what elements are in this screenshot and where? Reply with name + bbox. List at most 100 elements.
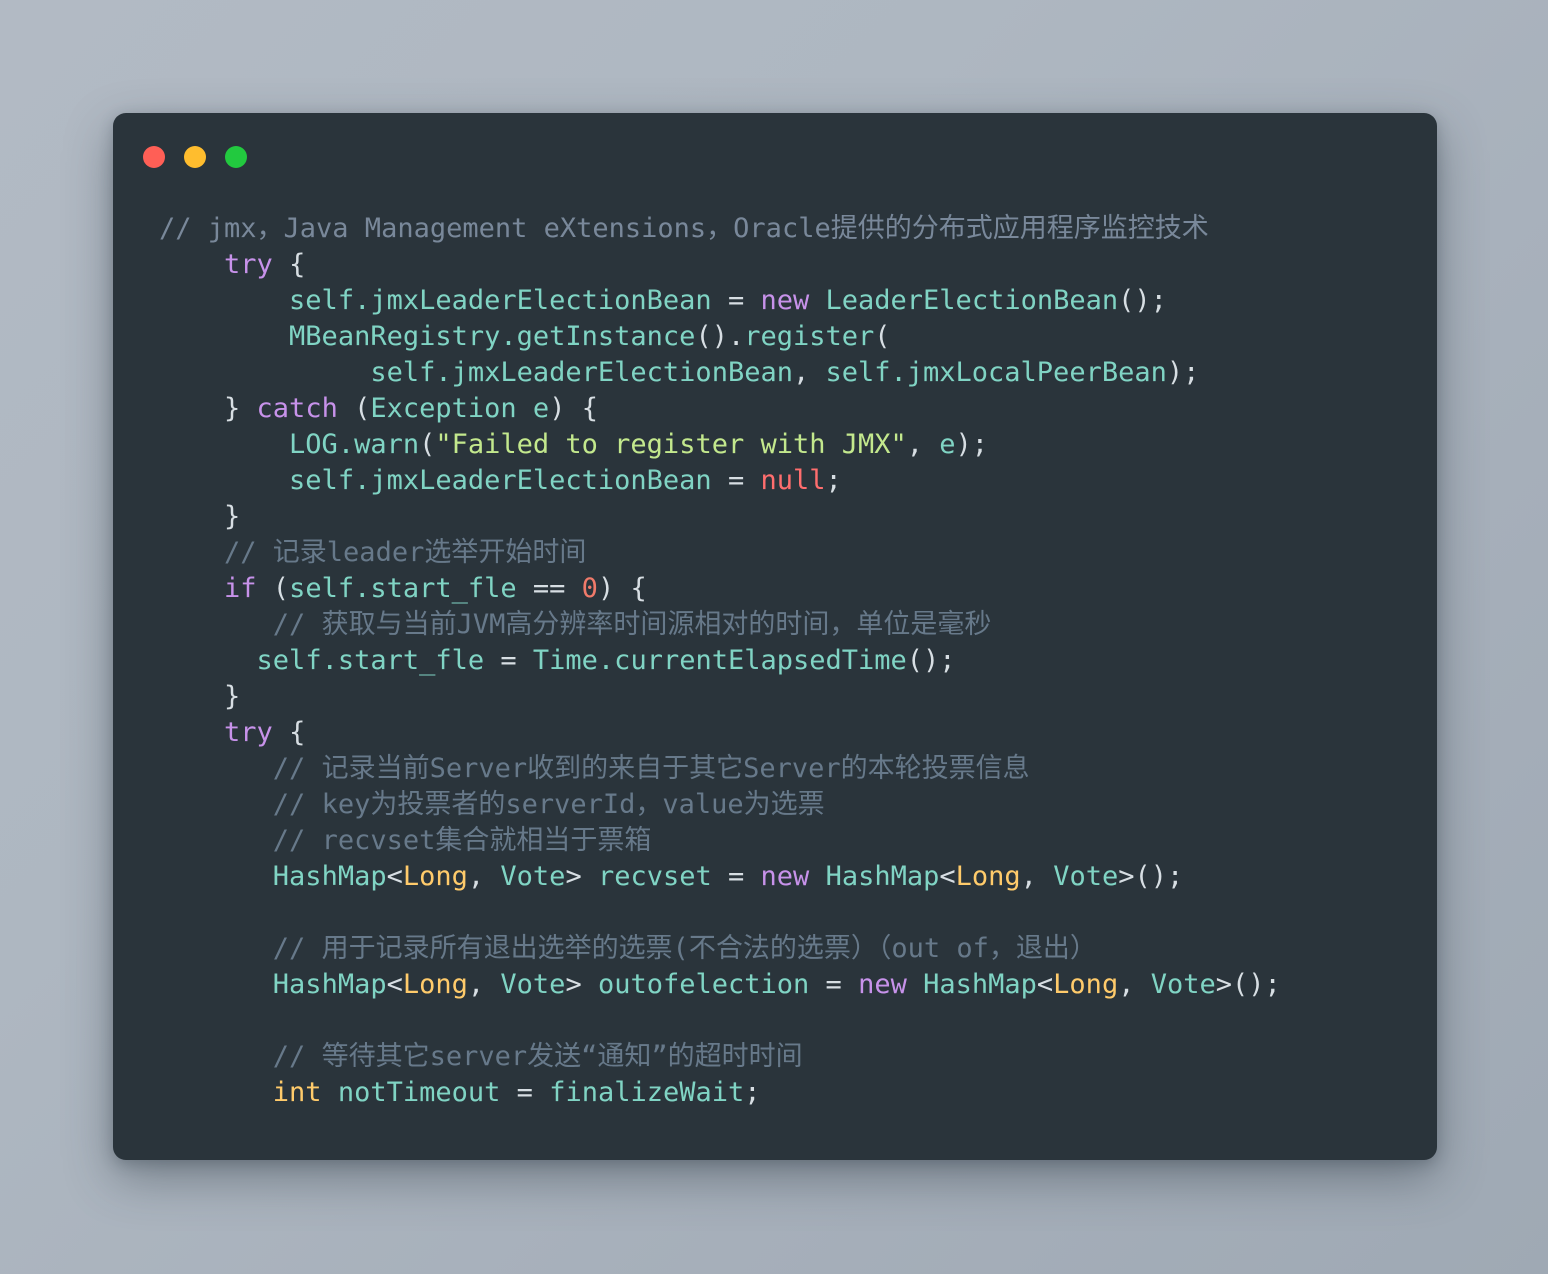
token-punc: < <box>939 861 956 892</box>
token-punc: = <box>500 1077 550 1108</box>
code-line: HashMap<Long, Vote> recvset = new HashMa… <box>159 859 1437 895</box>
window-titlebar <box>113 113 1437 201</box>
token-kw: try <box>224 717 273 748</box>
token-punc: = <box>711 861 761 892</box>
token-comment: // recvset集合就相当于票箱 <box>272 825 652 856</box>
token-id: Exception <box>370 393 517 424</box>
token-type: Long <box>955 861 1021 892</box>
token-punc: } <box>224 393 257 424</box>
token-id: HashMap <box>923 969 1037 1000</box>
code-line: if (self.start_fle == 0) { <box>159 571 1437 607</box>
code-line: HashMap<Long, Vote> outofelection = new … <box>159 967 1437 1003</box>
token-comment: // 等待其它server发送“通知”的超时时间 <box>272 1041 803 1072</box>
token-punc: < <box>1036 969 1054 1000</box>
token-punc: ; <box>744 1077 761 1108</box>
token-punc <box>809 285 825 316</box>
token-punc: ; <box>825 465 842 496</box>
minimize-button[interactable] <box>184 146 206 168</box>
code-line: // 记录leader选举开始时间 <box>159 535 1437 571</box>
code-line: try { <box>159 715 1437 751</box>
token-type: int <box>272 1077 322 1108</box>
token-id: self.jmxLocalPeerBean <box>825 357 1167 388</box>
token-type: Long <box>402 861 468 892</box>
token-id: outofelection <box>597 969 810 1000</box>
code-line: self.jmxLeaderElectionBean, self.jmxLoca… <box>159 355 1437 391</box>
token-comment: // 记录当前Server收到的来自于其它Server的本轮投票信息 <box>272 753 1030 784</box>
code-line: } catch (Exception e) { <box>159 391 1437 427</box>
code-line: } <box>159 499 1437 535</box>
token-id: self.start_fle <box>289 573 517 604</box>
code-line: LOG.warn("Failed to register with JMX", … <box>159 427 1437 463</box>
code-window: // jmx，Java Management eXtensions，Oracle… <box>113 113 1437 1160</box>
code-line: // recvset集合就相当于票箱 <box>159 823 1437 859</box>
token-id: LeaderElectionBean <box>825 285 1119 316</box>
token-id: HashMap <box>825 861 940 892</box>
token-punc: , <box>906 429 940 460</box>
code-line: self.jmxLeaderElectionBean = new LeaderE… <box>159 283 1437 319</box>
token-id: LOG.warn <box>289 429 420 460</box>
token-punc <box>809 861 825 892</box>
token-punc: ); <box>1166 357 1200 388</box>
token-punc: ) { <box>597 573 647 604</box>
token-punc: , <box>1118 969 1151 1000</box>
token-kw: catch <box>256 393 338 424</box>
token-punc <box>322 1077 338 1108</box>
token-comment-l: // jmx，Java Management eXtensions，Oracle… <box>159 213 1209 244</box>
token-punc: ( <box>419 429 436 460</box>
code-line: // 等待其它server发送“通知”的超时时间 <box>159 1039 1437 1075</box>
token-punc <box>517 393 533 424</box>
token-id: self.jmxLeaderElectionBean <box>289 465 712 496</box>
code-line: } <box>159 679 1437 715</box>
code-line: // 记录当前Server收到的来自于其它Server的本轮投票信息 <box>159 751 1437 787</box>
token-id: register <box>744 321 875 352</box>
token-id: notTimeout <box>337 1077 501 1108</box>
token-punc: > <box>565 861 598 892</box>
token-punc: (); <box>906 645 956 676</box>
code-line: int notTimeout = finalizeWait; <box>159 1075 1437 1111</box>
code-line: try { <box>159 247 1437 283</box>
token-kw: if <box>224 573 257 604</box>
token-punc: ( <box>337 393 371 424</box>
token-punc: = <box>711 285 761 316</box>
token-punc: , <box>467 969 501 1000</box>
token-punc: ( <box>256 573 290 604</box>
close-button[interactable] <box>143 146 165 168</box>
token-punc: (). <box>695 321 745 352</box>
token-id: Vote <box>500 861 566 892</box>
token-punc: , <box>792 357 826 388</box>
token-str: "Failed to register with JMX" <box>435 429 907 460</box>
token-kw: new <box>760 861 810 892</box>
token-id: recvset <box>597 861 712 892</box>
token-id: self.jmxLeaderElectionBean <box>370 357 793 388</box>
token-punc: ( <box>874 321 891 352</box>
token-id: HashMap <box>272 969 387 1000</box>
token-punc: = <box>484 645 533 676</box>
token-null: null <box>760 465 826 496</box>
maximize-button[interactable] <box>225 146 247 168</box>
token-kw: new <box>858 969 907 1000</box>
token-punc: , <box>1020 861 1054 892</box>
code-editor-content[interactable]: // jmx，Java Management eXtensions，Oracle… <box>113 201 1437 1160</box>
token-num: 0 <box>581 573 598 604</box>
token-id: e <box>939 429 956 460</box>
token-punc: { <box>272 717 306 748</box>
token-comment: // 获取与当前JVM高分辨率时间源相对的时间，单位是毫秒 <box>272 609 992 640</box>
